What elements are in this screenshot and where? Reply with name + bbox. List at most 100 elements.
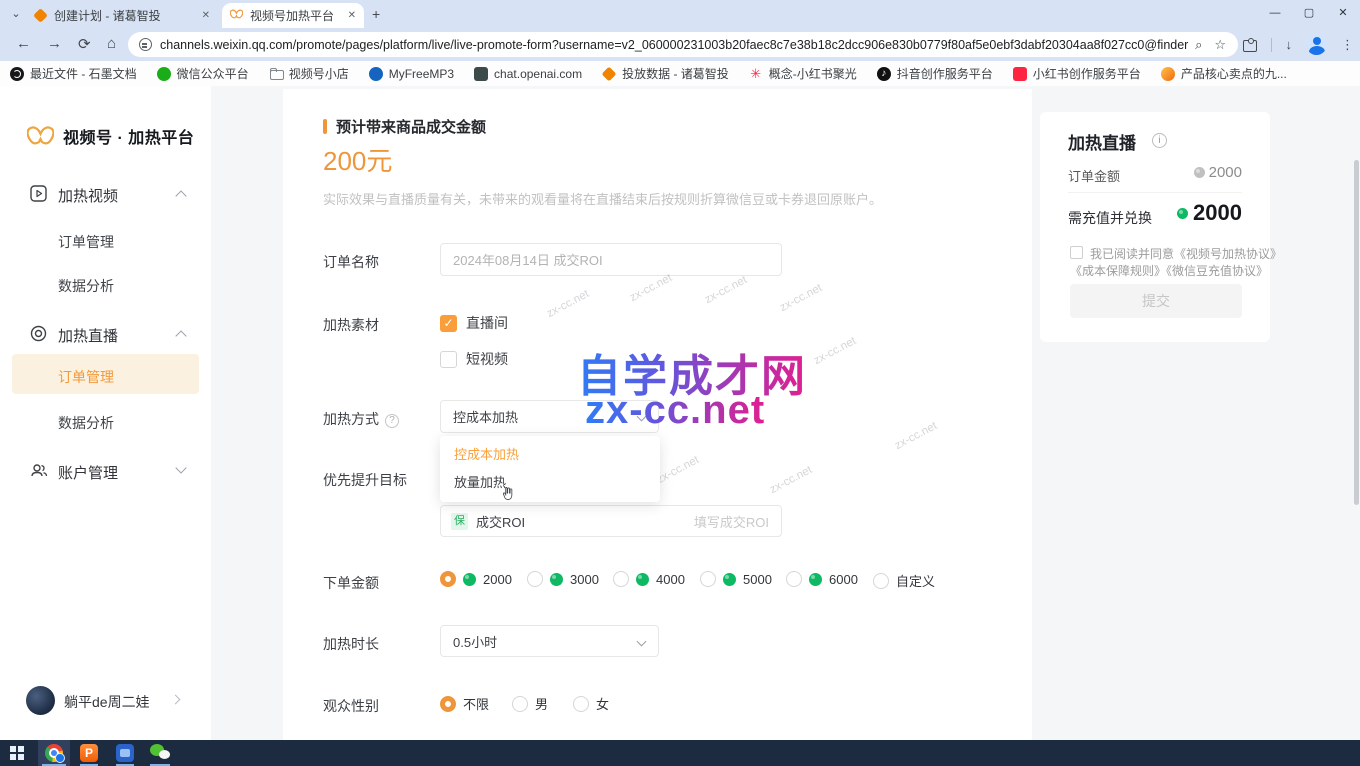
- radio-unselected-icon[interactable]: [873, 573, 889, 589]
- close-window-button[interactable]: ✕: [1326, 0, 1360, 28]
- help-icon[interactable]: ?: [385, 414, 399, 428]
- home-icon[interactable]: ⌂: [107, 35, 116, 52]
- bookmark-item[interactable]: 最近文件 - 石墨文档: [10, 65, 137, 82]
- tab-search-icon[interactable]: ⌄: [8, 7, 24, 23]
- browser-menu-icon[interactable]: ⋮: [1341, 37, 1354, 53]
- page-scrollbar[interactable]: [1354, 160, 1359, 505]
- wechat-taskbar-icon[interactable]: [150, 743, 170, 763]
- radio-label: 不限: [463, 694, 489, 713]
- sidebar-item-data-analysis-video[interactable]: 数据分析: [58, 276, 114, 296]
- forward-icon[interactable]: →: [47, 35, 62, 52]
- coin-bean-gray-icon: [1194, 167, 1205, 178]
- amount-option-6000[interactable]: 6000: [786, 571, 858, 587]
- info-icon[interactable]: i: [1152, 133, 1167, 148]
- radio-unselected-icon[interactable]: [700, 571, 716, 587]
- agreement-checkbox[interactable]: [1070, 246, 1083, 259]
- sidebar-item-order-mgmt-live[interactable]: 订单管理: [58, 367, 114, 387]
- estimate-note: 实际效果与直播质量有关，未带来的观看量将在直播结束后按规则折算微信豆或卡券退回原…: [323, 189, 882, 208]
- coin-bean-icon: [463, 573, 476, 586]
- bookmark-item[interactable]: 产品核心卖点的九...: [1161, 65, 1287, 82]
- blue-app-taskbar-icon[interactable]: [116, 744, 134, 762]
- bookmark-item[interactable]: ✳概念-小红书聚光: [749, 65, 857, 82]
- gender-option-female[interactable]: 女: [573, 694, 609, 713]
- close-icon[interactable]: ✕: [202, 10, 210, 21]
- amount-option-custom[interactable]: 自定义: [873, 571, 935, 590]
- material-option-short-video[interactable]: 短视频: [440, 349, 508, 369]
- chevron-right-icon: [171, 695, 181, 705]
- section-title: 预计带来商品成交金额: [336, 116, 486, 137]
- radio-selected-icon[interactable]: [440, 571, 456, 587]
- bookmark-item[interactable]: 小红书创作服务平台: [1013, 65, 1141, 82]
- sidebar-user[interactable]: 躺平de周二娃: [0, 686, 211, 716]
- sidebar-item-heat-video[interactable]: 加热视频: [0, 181, 211, 209]
- myfreemp3-icon: [369, 67, 383, 81]
- amount-option-4000[interactable]: 4000: [613, 571, 685, 587]
- submit-button[interactable]: 提交: [1070, 284, 1242, 318]
- chevron-up-icon: [175, 190, 186, 201]
- amount-option-5000[interactable]: 5000: [700, 571, 772, 587]
- sidebar-item-account-mgmt[interactable]: 账户管理: [0, 458, 211, 486]
- radio-label: 女: [596, 694, 609, 713]
- amount-option-3000[interactable]: 3000: [527, 571, 599, 587]
- profile-avatar-icon[interactable]: [1306, 34, 1327, 55]
- browser-tab-active[interactable]: 视频号加热平台 ✕: [222, 3, 364, 28]
- checkbox-unchecked-icon[interactable]: [440, 351, 457, 368]
- close-icon[interactable]: ✕: [348, 10, 356, 21]
- bookmark-item[interactable]: ♪抖音创作服务平台: [877, 65, 993, 82]
- users-icon: [30, 462, 48, 480]
- radio-unselected-icon[interactable]: [527, 571, 543, 587]
- reload-icon[interactable]: ⟳: [78, 35, 91, 53]
- radio-label: 自定义: [896, 571, 935, 590]
- duration-select[interactable]: 0.5小时: [440, 625, 659, 657]
- radio-selected-icon[interactable]: [440, 696, 456, 712]
- openai-icon: [474, 67, 488, 81]
- channels-logo-icon: [27, 126, 54, 147]
- ppt-taskbar-icon[interactable]: P: [80, 744, 98, 762]
- dropdown-option-volume[interactable]: 放量加热: [440, 469, 660, 497]
- browser-tab-inactive[interactable]: 创建计划 - 诸葛智投 ✕: [26, 3, 218, 28]
- bookmark-item[interactable]: 视频号小店: [269, 65, 349, 82]
- platform-title: 视频号 · 加热平台: [63, 124, 194, 148]
- sidebar-item-data-analysis-live[interactable]: 数据分析: [58, 413, 114, 433]
- bookmark-item[interactable]: MyFreeMP3: [369, 67, 454, 81]
- roi-input[interactable]: 保 成交ROI 填写成交ROI: [440, 505, 782, 537]
- order-name-input[interactable]: 2024年08月14日 成交ROI: [440, 243, 782, 276]
- estimated-amount: 200元: [323, 141, 392, 178]
- extensions-icon[interactable]: [1243, 38, 1257, 52]
- material-option-live[interactable]: ✓ 直播间: [440, 313, 508, 333]
- agreement-text-line1[interactable]: 我已阅读并同意《视频号加热协议》: [1090, 245, 1282, 262]
- checkbox-checked-icon[interactable]: ✓: [440, 315, 457, 332]
- windows-start-icon[interactable]: [10, 746, 24, 760]
- radio-unselected-icon[interactable]: [786, 571, 802, 587]
- minimize-button[interactable]: —: [1258, 0, 1292, 28]
- bookmark-item[interactable]: 投放数据 - 诸葛智投: [602, 65, 729, 82]
- screen: ⌄ 创建计划 - 诸葛智投 ✕ 视频号加热平台 ✕ + — ▢ ✕ ← → ⟳ …: [0, 0, 1360, 766]
- sidebar-item-heat-live[interactable]: 加热直播: [0, 321, 211, 349]
- bookmark-star-icon[interactable]: ☆: [1214, 37, 1226, 53]
- back-icon[interactable]: ←: [16, 35, 31, 52]
- toolbar-separator: [1271, 38, 1272, 52]
- radio-unselected-icon[interactable]: [573, 696, 589, 712]
- radio-unselected-icon[interactable]: [512, 696, 528, 712]
- address-bar[interactable]: channels.weixin.qq.com/promote/pages/pla…: [128, 32, 1238, 57]
- maximize-button[interactable]: ▢: [1292, 0, 1326, 28]
- browser-toolbar: ← → ⟳ ⌂ channels.weixin.qq.com/promote/p…: [0, 28, 1360, 61]
- downloads-icon[interactable]: ↓: [1286, 37, 1293, 52]
- agreement-text-line2[interactable]: 《成本保障规则》《微信豆充值协议》: [1070, 262, 1268, 279]
- bookmark-label: 概念-小红书聚光: [769, 65, 857, 82]
- site-info-icon[interactable]: [139, 38, 152, 51]
- dropdown-option-cost-control[interactable]: 控成本加热: [440, 441, 660, 469]
- section-header: 预计带来商品成交金额: [323, 116, 486, 137]
- zoom-page-icon[interactable]: ⌕: [1195, 37, 1202, 53]
- radio-unselected-icon[interactable]: [613, 571, 629, 587]
- dropdown-option-label: 放量加热: [454, 475, 506, 490]
- tab-title: 视频号加热平台: [250, 7, 342, 24]
- bookmark-item[interactable]: chat.openai.com: [474, 67, 582, 81]
- roi-placeholder: 填写成交ROI: [694, 512, 769, 531]
- new-tab-button[interactable]: +: [372, 6, 380, 22]
- gender-option-any[interactable]: 不限: [440, 694, 489, 713]
- gender-option-male[interactable]: 男: [512, 694, 548, 713]
- bookmark-item[interactable]: 微信公众平台: [157, 65, 249, 82]
- sidebar-item-order-mgmt-video[interactable]: 订单管理: [58, 232, 114, 252]
- amount-option-2000[interactable]: 2000: [440, 571, 512, 587]
